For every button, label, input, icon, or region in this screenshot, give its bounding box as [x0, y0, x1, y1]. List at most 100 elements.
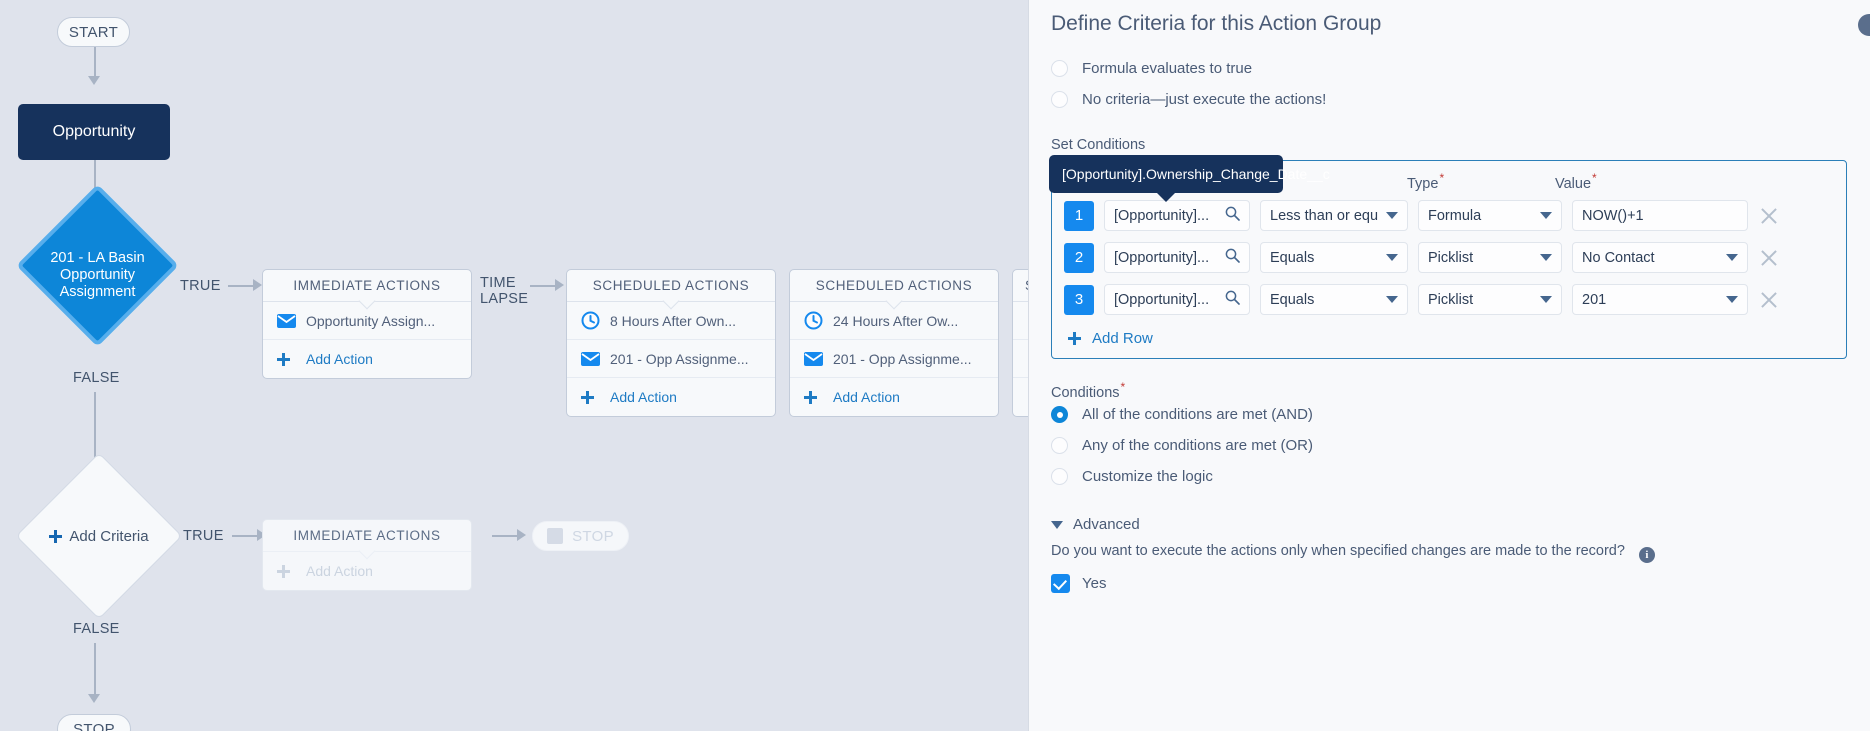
radio-icon[interactable] — [1051, 437, 1068, 454]
condition-row: 3 [Opportunity]... Equals Picklist 201 — [1052, 279, 1846, 321]
start-node[interactable]: START — [57, 17, 130, 47]
action-row-label: 8 Hours After Own... — [610, 313, 736, 329]
connector-to-stop-mid-arrow — [517, 529, 526, 541]
add-action-button[interactable]: Add Action — [790, 378, 998, 416]
add-action-button[interactable]: Add Action — [263, 340, 471, 378]
search-icon[interactable] — [1225, 248, 1240, 267]
connector-start-to-object — [94, 47, 96, 78]
chevron-down-icon[interactable] — [1726, 254, 1738, 261]
chevron-down-icon — [1051, 521, 1063, 529]
add-action-button[interactable]: Add Action — [567, 378, 775, 416]
action-row[interactable] — [1013, 378, 1028, 416]
clock-icon — [804, 311, 826, 330]
set-conditions-label: Set Conditions — [1051, 137, 1145, 153]
delete-row-icon[interactable] — [1756, 245, 1782, 271]
chevron-down-icon[interactable] — [1386, 254, 1398, 261]
scheduled-actions-card-3[interactable]: SCHEDULED A — [1012, 269, 1028, 417]
condition-option-and[interactable]: All of the conditions are met (AND) — [1051, 406, 1313, 423]
field-lookup-input[interactable]: [Opportunity]... — [1104, 284, 1250, 315]
checkbox-icon[interactable] — [1051, 574, 1070, 593]
advanced-yes-label: Yes — [1082, 575, 1106, 592]
radio-icon[interactable] — [1051, 406, 1068, 423]
scheduled-actions-card-2[interactable]: SCHEDULED ACTIONS 24 Hours After Ow... 2… — [789, 269, 999, 417]
criteria-option-formula[interactable]: Formula evaluates to true — [1051, 60, 1326, 77]
field-lookup-value: [Opportunity]... — [1114, 292, 1221, 308]
field-lookup-input[interactable]: [Opportunity]... — [1104, 200, 1250, 231]
type-select[interactable]: Picklist — [1418, 284, 1562, 315]
criteria-option-no-criteria[interactable]: No criteria—just execute the actions! — [1051, 91, 1326, 108]
operator-select[interactable]: Equals — [1260, 242, 1408, 273]
help-circle-icon[interactable] — [1858, 14, 1870, 36]
add-criteria-node[interactable] — [16, 453, 183, 620]
chevron-down-icon[interactable] — [1540, 254, 1552, 261]
condition-option-or[interactable]: Any of the conditions are met (OR) — [1051, 437, 1313, 454]
search-icon[interactable] — [1225, 206, 1240, 225]
radio-icon[interactable] — [1051, 60, 1068, 77]
delete-row-icon[interactable] — [1756, 287, 1782, 313]
field-tooltip-text: [Opportunity].Ownership_Change_Date__c — [1062, 166, 1330, 182]
chevron-down-icon[interactable] — [1726, 296, 1738, 303]
connector-time-lapse-arrow — [555, 279, 564, 291]
action-row[interactable] — [1013, 302, 1028, 340]
stop-node-bottom[interactable]: STOP — [57, 714, 131, 731]
action-row[interactable]: 201 - Opp Assignme... — [567, 340, 775, 378]
radio-icon[interactable] — [1051, 91, 1068, 108]
plus-icon — [804, 391, 826, 404]
action-row-label: 201 - Opp Assignme... — [833, 351, 972, 367]
immediate-actions-card-1[interactable]: IMMEDIATE ACTIONS Opportunity Assign... … — [262, 269, 472, 379]
condition-row: 2 [Opportunity]... Equals Picklist No Co — [1052, 237, 1846, 279]
value-select[interactable]: 201 — [1572, 284, 1748, 315]
stop-node-mid[interactable]: STOP — [532, 521, 629, 551]
advanced-toggle[interactable]: Advanced — [1051, 516, 1140, 533]
start-node-label: START — [69, 24, 118, 41]
action-row-label: 201 - Opp Assignme... — [610, 351, 749, 367]
type-select-value: Picklist — [1428, 250, 1534, 266]
plus-icon — [277, 353, 299, 366]
condition-option-and-label: All of the conditions are met (AND) — [1082, 406, 1313, 423]
action-row[interactable]: 201 - Opp Assignme... — [790, 340, 998, 378]
criteria-panel: Define Criteria for this Action Group Fo… — [1028, 0, 1870, 731]
delete-row-icon[interactable] — [1756, 203, 1782, 229]
clock-icon — [581, 311, 603, 330]
advanced-question: Do you want to execute the actions only … — [1051, 543, 1655, 563]
value-input[interactable]: NOW()+1 — [1572, 200, 1748, 231]
chevron-down-icon[interactable] — [1540, 296, 1552, 303]
chevron-down-icon[interactable] — [1540, 212, 1552, 219]
action-row[interactable] — [1013, 340, 1028, 378]
info-icon[interactable]: i — [1639, 547, 1655, 563]
value-select-value: No Contact — [1582, 250, 1720, 266]
advanced-label: Advanced — [1073, 516, 1140, 533]
chevron-down-icon[interactable] — [1386, 296, 1398, 303]
object-node-opportunity[interactable]: Opportunity — [18, 104, 170, 160]
value-select[interactable]: No Contact — [1572, 242, 1748, 273]
panel-title: Define Criteria for this Action Group — [1051, 12, 1381, 36]
condition-row-number: 2 — [1064, 243, 1094, 273]
advanced-yes-checkbox-row[interactable]: Yes — [1051, 574, 1106, 593]
criteria-option-formula-label: Formula evaluates to true — [1082, 60, 1252, 77]
stop-node-mid-label: STOP — [572, 528, 614, 545]
email-icon — [581, 352, 603, 366]
immediate-actions-card-2[interactable]: IMMEDIATE ACTIONS Add Action — [262, 519, 472, 591]
condition-option-custom[interactable]: Customize the logic — [1051, 468, 1313, 485]
plus-icon — [277, 565, 299, 578]
add-row-label: Add Row — [1092, 330, 1153, 347]
operator-select[interactable]: Equals — [1260, 284, 1408, 315]
immediate-actions-card-2-header: IMMEDIATE ACTIONS — [263, 520, 471, 552]
field-lookup-value: [Opportunity]... — [1114, 250, 1221, 266]
search-icon[interactable] — [1225, 290, 1240, 309]
radio-icon[interactable] — [1051, 468, 1068, 485]
plus-icon — [581, 391, 603, 404]
field-lookup-input[interactable]: [Opportunity]... — [1104, 242, 1250, 273]
operator-select[interactable]: Less than or equ — [1260, 200, 1408, 231]
field-lookup-value: [Opportunity]... — [1114, 208, 1221, 224]
chevron-down-icon[interactable] — [1386, 212, 1398, 219]
add-action-label: Add Action — [306, 351, 373, 367]
type-select[interactable]: Formula — [1418, 200, 1562, 231]
type-select[interactable]: Picklist — [1418, 242, 1562, 273]
criteria-node-201[interactable] — [16, 184, 179, 347]
scheduled-actions-card-1[interactable]: SCHEDULED ACTIONS 8 Hours After Own... 2… — [566, 269, 776, 417]
add-row-button[interactable]: Add Row — [1052, 321, 1846, 358]
connector-true-2 — [232, 535, 260, 537]
value-input-value: NOW()+1 — [1582, 208, 1738, 224]
field-tooltip: [Opportunity].Ownership_Change_Date__c — [1049, 155, 1283, 193]
